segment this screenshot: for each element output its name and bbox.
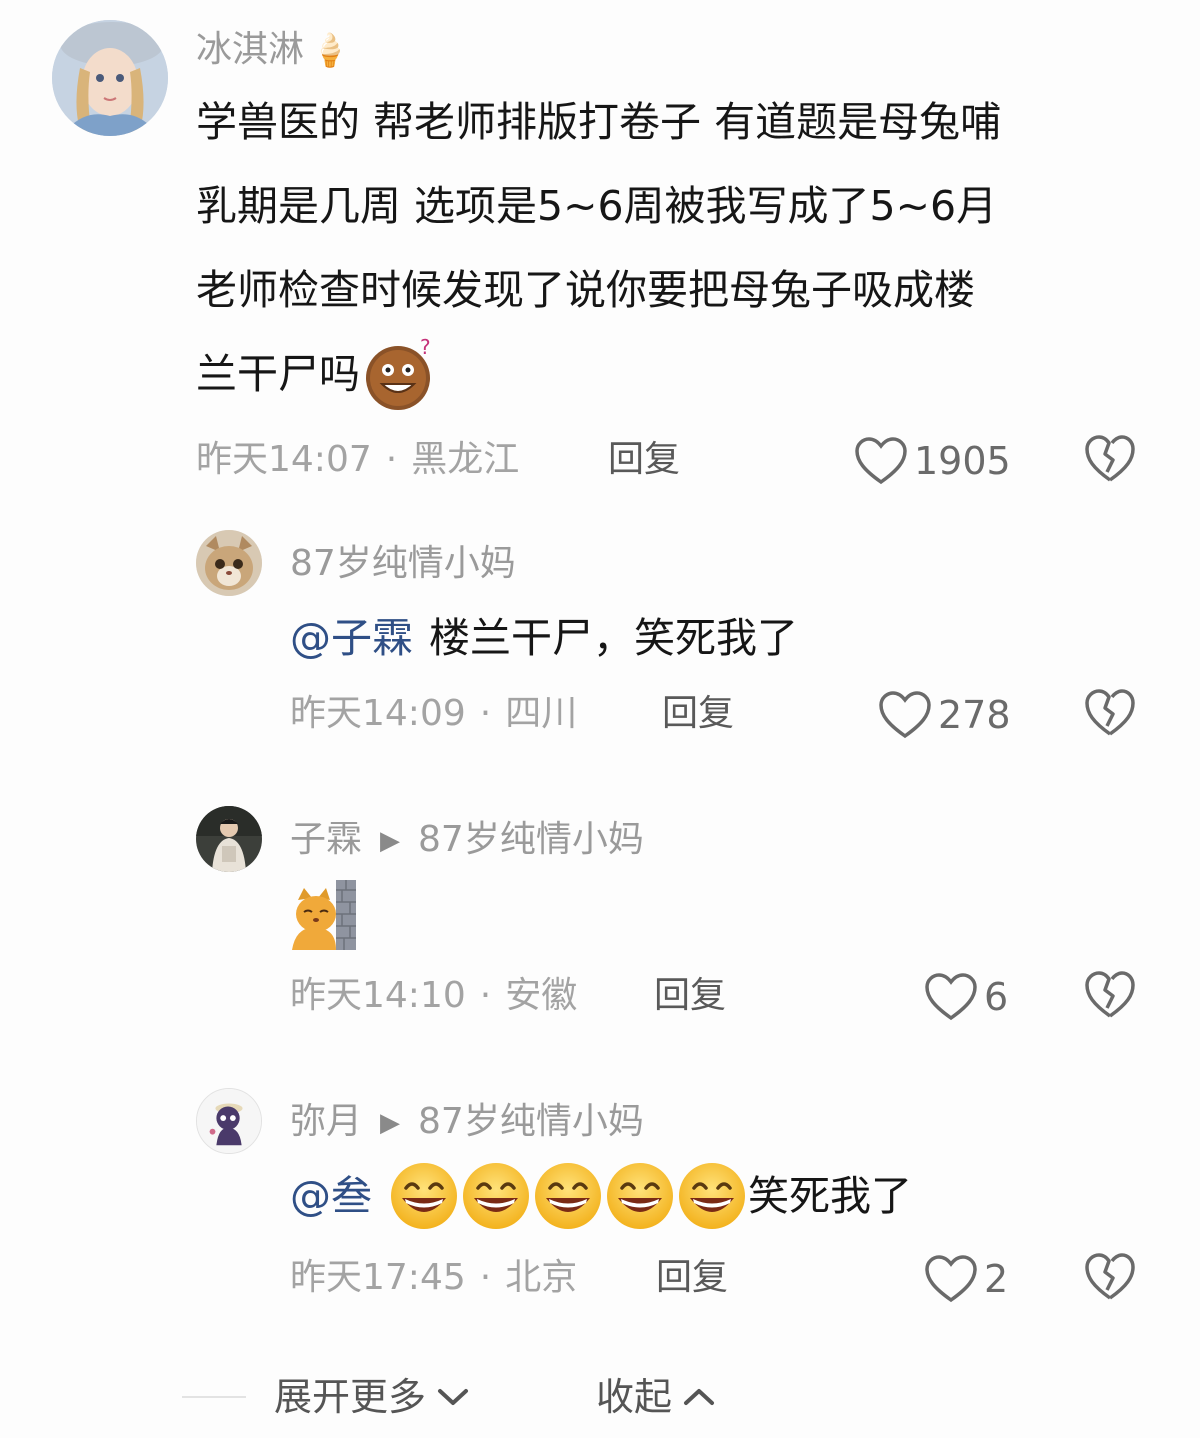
dizzy-cookie-emoji-icon: ? [366,336,431,410]
chevron-up-icon [684,1389,715,1405]
collapse-button[interactable]: 收起 [596,1372,716,1422]
grin-emoji-row [388,1160,748,1232]
cartoon-avatar-image [197,1089,261,1153]
grinning-emoji-icon [535,1163,601,1229]
heart-outline-icon [925,1255,977,1303]
comment-username[interactable]: 子霖 ▶ 87岁纯情小妈 [290,816,644,865]
expand-more-button[interactable]: 展开更多 [274,1372,470,1422]
cat-peeking-sticker [292,880,356,950]
reply-button[interactable]: 回复 [656,1254,728,1302]
comment-meta: 昨天14:07 · 黑龙江 [196,439,520,480]
grinning-emoji-icon [391,1163,457,1229]
heart-outline-icon [879,691,931,739]
comment-meta: 昨天17:45 · 北京 [290,1257,578,1298]
like-button[interactable]: 278 [878,690,1011,740]
broken-heart-icon[interactable] [1084,1252,1136,1302]
reply-button[interactable]: 回复 [608,436,680,484]
heart-outline-icon [925,973,977,1021]
avatar[interactable] [52,20,168,136]
comment-username[interactable]: 弥月 ▶ 87岁纯情小妈 [290,1098,644,1147]
person-avatar-image [196,806,262,872]
comment-meta: 昨天14:10 · 安徽 [290,975,578,1016]
comment-meta: 昨天14:09 · 四川 [290,693,578,734]
like-button[interactable]: 1905 [854,436,1011,486]
reply-arrow-icon: ▶ [380,826,401,856]
mention-link[interactable]: @子霖 [290,614,413,662]
comment-text: @叁 笑死我了 [290,1154,912,1238]
divider [182,1396,246,1398]
avatar-image [52,20,168,136]
reply-arrow-icon: ▶ [380,1108,401,1138]
broken-heart-icon[interactable] [1084,688,1136,738]
comment-username[interactable]: 冰淇淋 🍦 [196,26,350,74]
broken-heart-icon[interactable] [1084,434,1136,484]
avatar[interactable] [196,806,262,872]
cat-avatar-image [196,530,262,596]
reply-button[interactable]: 回复 [662,690,734,738]
broken-heart-icon[interactable] [1084,970,1136,1020]
grinning-emoji-icon [679,1163,745,1229]
comment-username[interactable]: 87岁纯情小妈 [290,540,516,588]
avatar[interactable] [196,1088,262,1154]
chevron-down-icon [438,1389,469,1405]
ice-cream-emoji: 🍦 [310,31,350,69]
heart-outline-icon [855,437,907,485]
reply-button[interactable]: 回复 [654,972,726,1020]
like-button[interactable]: 2 [924,1254,1008,1304]
comment-text: 学兽医的 帮老师排版打卷子 有道题是母兔哺 乳期是几周 选项是5~6周被我写成了… [196,80,1156,416]
mention-link[interactable]: @叁 [290,1154,372,1238]
avatar[interactable] [196,530,262,596]
like-button[interactable]: 6 [924,972,1008,1022]
grinning-emoji-icon [463,1163,529,1229]
comment-text: @子霖 楼兰干尸，笑死我了 [290,614,798,662]
svg-text:?: ? [420,336,431,359]
grinning-emoji-icon [607,1163,673,1229]
